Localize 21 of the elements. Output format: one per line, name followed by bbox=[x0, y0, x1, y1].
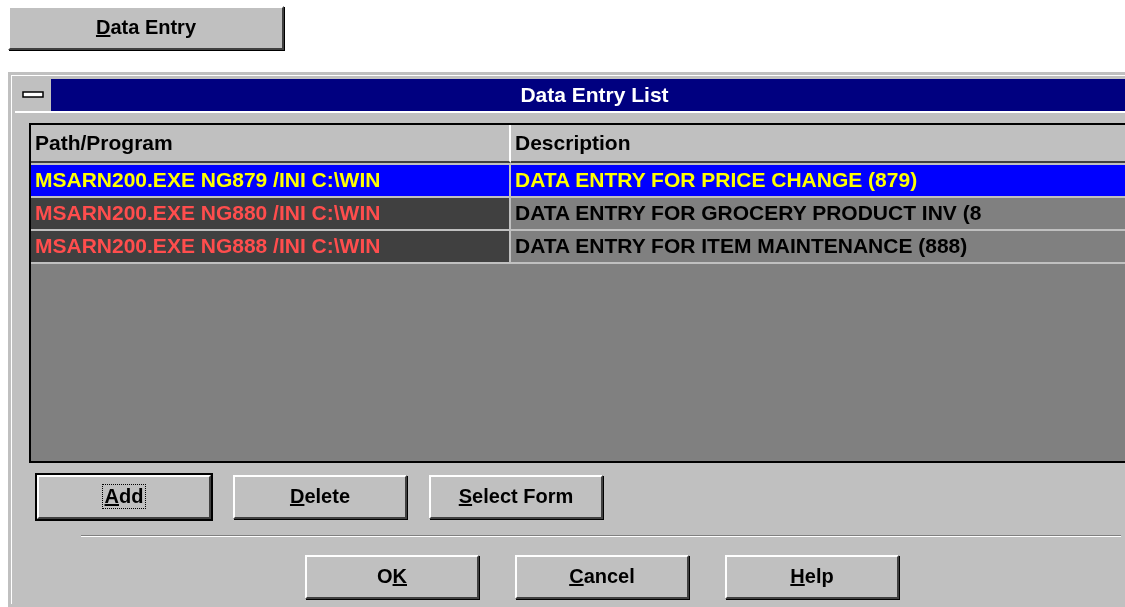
table-cell: MSARN200.EXE NG879 /INI C:\WIN bbox=[31, 164, 511, 196]
table-cell: MSARN200.EXE NG888 /INI C:\WIN bbox=[31, 230, 511, 262]
button[interactable]: Cancel bbox=[515, 554, 689, 599]
table-cell: DATA ENTRY FOR ITEM MAINTENANCE (888) bbox=[511, 230, 1125, 262]
button[interactable]: OK bbox=[305, 554, 479, 599]
button[interactable]: Add bbox=[37, 474, 211, 519]
table-cell: DATA ENTRY FOR GROCERY PRODUCT INV (8 bbox=[511, 197, 1125, 229]
table-cell: DATA ENTRY FOR PRICE CHANGE (879) bbox=[511, 164, 1125, 196]
column-header[interactable]: Path/Program bbox=[31, 124, 511, 163]
button[interactable]: Help bbox=[725, 554, 899, 599]
minus-icon bbox=[22, 90, 44, 99]
column-header[interactable]: Description bbox=[511, 124, 1125, 163]
button[interactable]: Data Entry bbox=[8, 6, 284, 50]
table-cell: MSARN200.EXE NG880 /INI C:\WIN bbox=[31, 197, 511, 229]
list-row[interactable]: MSARN200.EXE NG888 /INI C:\WIN DATA ENTRY FOR ITEM MAINTENANCE (888) bbox=[31, 230, 1125, 264]
list-row[interactable]: MSARN200.EXE NG879 /INI C:\WIN DATA ENTRY FOR PRICE CHANGE (879) bbox=[31, 164, 1125, 198]
list-row[interactable]: MSARN200.EXE NG880 /INI C:\WIN DATA ENTRY FOR GROCERY PRODUCT INV (8 bbox=[31, 197, 1125, 231]
window-title: Data Entry List bbox=[519, 81, 670, 108]
button[interactable]: Delete bbox=[233, 474, 407, 519]
button[interactable]: Select Form bbox=[429, 474, 603, 519]
control-menu-button[interactable] bbox=[15, 78, 51, 111]
